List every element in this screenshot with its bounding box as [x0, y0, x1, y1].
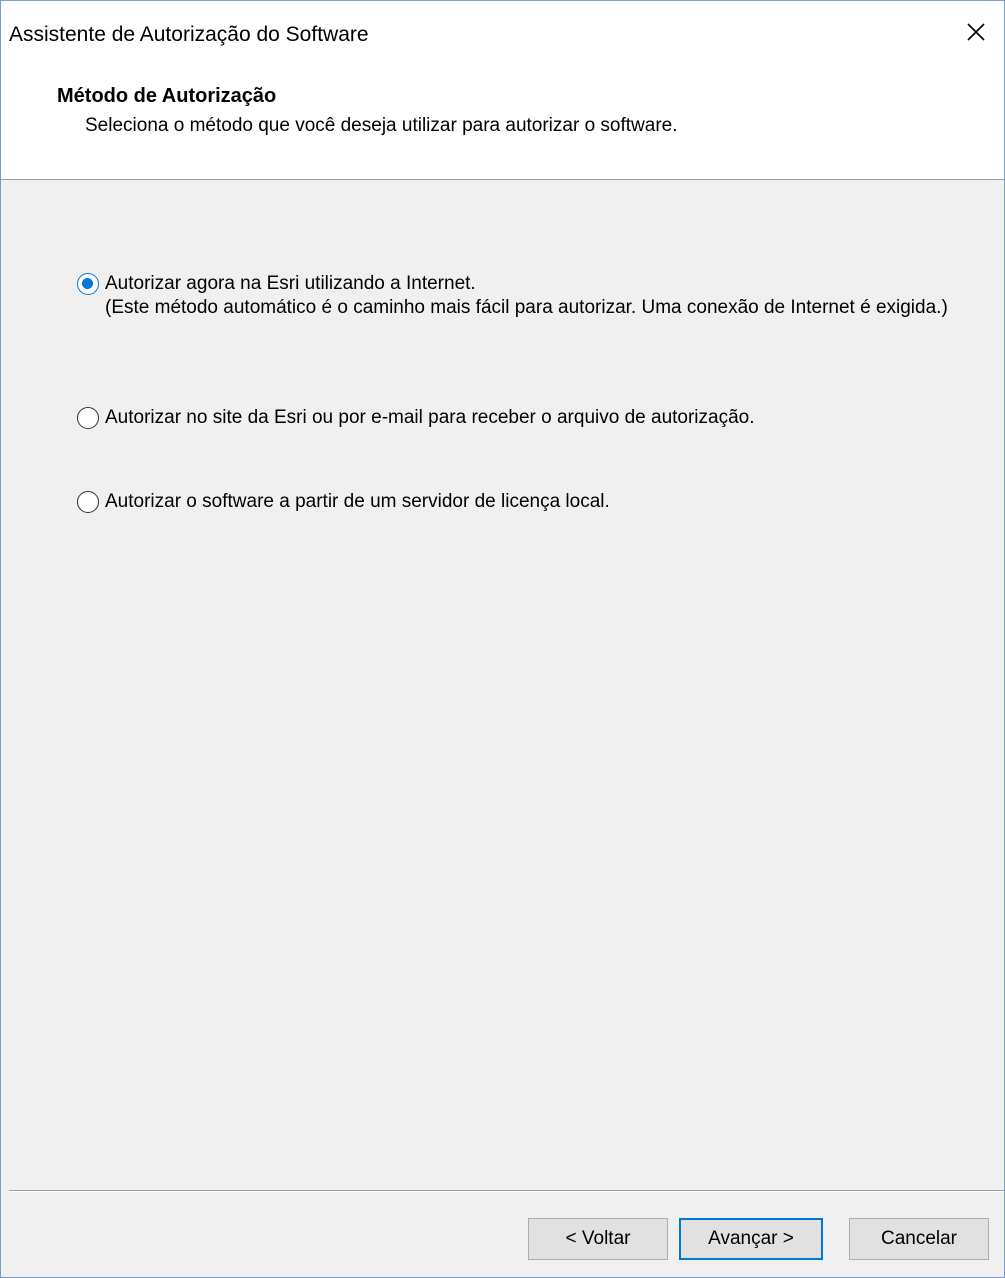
wizard-header: Método de Autorização Seleciona o método… — [1, 71, 1004, 180]
page-subtitle: Seleciona o método que você deseja utili… — [85, 115, 678, 136]
next-button[interactable]: Avançar > — [679, 1218, 823, 1260]
option-label-internet: Autorizar agora na Esri utilizando a Int… — [105, 273, 476, 294]
title-bar: Assistente de Autorização do Software — [1, 1, 1004, 71]
options-panel: Autorizar agora na Esri utilizando a Int… — [1, 180, 1004, 1190]
back-button[interactable]: < Voltar — [528, 1218, 668, 1260]
cancel-button[interactable]: Cancelar — [849, 1218, 989, 1260]
option-authorize-license-server[interactable]: Autorizar o software a partir de um serv… — [77, 490, 974, 514]
option-text: Autorizar agora na Esri utilizando a Int… — [105, 272, 948, 320]
close-button[interactable] — [948, 1, 1004, 63]
authorization-wizard-window: Assistente de Autorização do Software Mé… — [0, 0, 1005, 1278]
close-icon — [967, 23, 985, 41]
option-label-license-server: Autorizar o software a partir de um serv… — [105, 491, 610, 512]
radio-authorize-website-email[interactable] — [77, 407, 99, 429]
wizard-footer: < Voltar Avançar > Cancelar — [1, 1192, 1004, 1277]
window-title: Assistente de Autorização do Software — [9, 23, 369, 46]
radio-authorize-internet[interactable] — [77, 273, 99, 295]
option-authorize-website-email[interactable]: Autorizar no site da Esri ou por e-mail … — [77, 406, 974, 430]
option-description-internet: (Este método automático é o caminho mais… — [105, 297, 948, 318]
option-label-website-email: Autorizar no site da Esri ou por e-mail … — [105, 407, 755, 428]
option-authorize-internet[interactable]: Autorizar agora na Esri utilizando a Int… — [77, 272, 974, 320]
page-title: Método de Autorização — [57, 85, 277, 107]
radio-authorize-license-server[interactable] — [77, 491, 99, 513]
